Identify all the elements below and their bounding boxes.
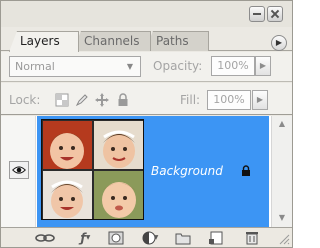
chevron-down-icon: ▼ <box>126 62 134 71</box>
layers-list: Background ▲ ▼ <box>1 116 292 227</box>
fill-label: Fill: <box>180 93 201 107</box>
tab-paths[interactable]: Paths <box>145 31 209 51</box>
scroll-down-icon[interactable]: ▼ <box>276 212 288 224</box>
tab-layers[interactable]: Layers <box>9 31 79 52</box>
tab-channels[interactable]: Channels <box>73 31 151 51</box>
close-icon[interactable] <box>267 6 283 22</box>
layers-scrollbar[interactable]: ▲ ▼ <box>271 116 292 227</box>
baby-photo-2 <box>94 121 143 169</box>
layer-row-background[interactable]: Background <box>37 116 269 227</box>
lock-row: Lock: Fill: 100% ▶ <box>1 83 292 115</box>
new-group-icon[interactable] <box>175 231 191 245</box>
lock-paint-icon[interactable] <box>75 93 89 107</box>
layer-mask-icon[interactable] <box>108 231 124 245</box>
blend-mode-value: Normal <box>15 60 55 73</box>
baby-photo-4 <box>94 171 143 219</box>
panel-titlebar <box>1 1 292 27</box>
layers-bottom-toolbar: ƒ ▼ ▼ <box>1 227 292 247</box>
opacity-label: Opacity: <box>153 59 203 73</box>
new-layer-icon[interactable] <box>208 231 224 245</box>
delete-layer-icon[interactable] <box>244 231 260 245</box>
visibility-column <box>1 116 36 227</box>
layer-lock-icon <box>242 165 250 176</box>
layer-style-dropdown-icon: ▼ <box>85 234 91 241</box>
lock-move-icon[interactable] <box>95 93 109 107</box>
resize-grip-icon[interactable] <box>279 234 290 245</box>
layer-name[interactable]: Background <box>151 164 223 178</box>
fill-slider-button[interactable]: ▶ <box>252 90 268 110</box>
eye-icon[interactable] <box>9 161 29 179</box>
opacity-slider-button[interactable]: ▶ <box>255 56 271 76</box>
fill-input[interactable]: 100% <box>207 90 251 110</box>
tab-strip: Layers Channels Paths ▶ <box>1 27 292 52</box>
opacity-input[interactable]: 100% <box>211 56 255 76</box>
blend-mode-select[interactable]: Normal ▼ <box>9 56 141 77</box>
link-layers-icon[interactable] <box>35 231 55 245</box>
lock-label: Lock: <box>9 93 41 107</box>
adjustment-dropdown-icon: ▼ <box>153 234 159 241</box>
minimize-icon[interactable] <box>249 6 265 22</box>
scroll-up-icon[interactable]: ▲ <box>276 118 288 130</box>
layers-panel: Layers Channels Paths ▶ Normal ▼ Opacity… <box>0 0 293 248</box>
panel-menu-icon[interactable]: ▶ <box>271 35 287 51</box>
layer-thumbnail <box>41 119 144 220</box>
blend-options-row: Normal ▼ Opacity: 100% ▶ <box>1 52 292 82</box>
lock-transparent-icon[interactable] <box>55 93 69 107</box>
baby-photo-1 <box>43 121 92 169</box>
baby-photo-3 <box>43 171 92 219</box>
lock-all-icon[interactable] <box>116 93 130 107</box>
